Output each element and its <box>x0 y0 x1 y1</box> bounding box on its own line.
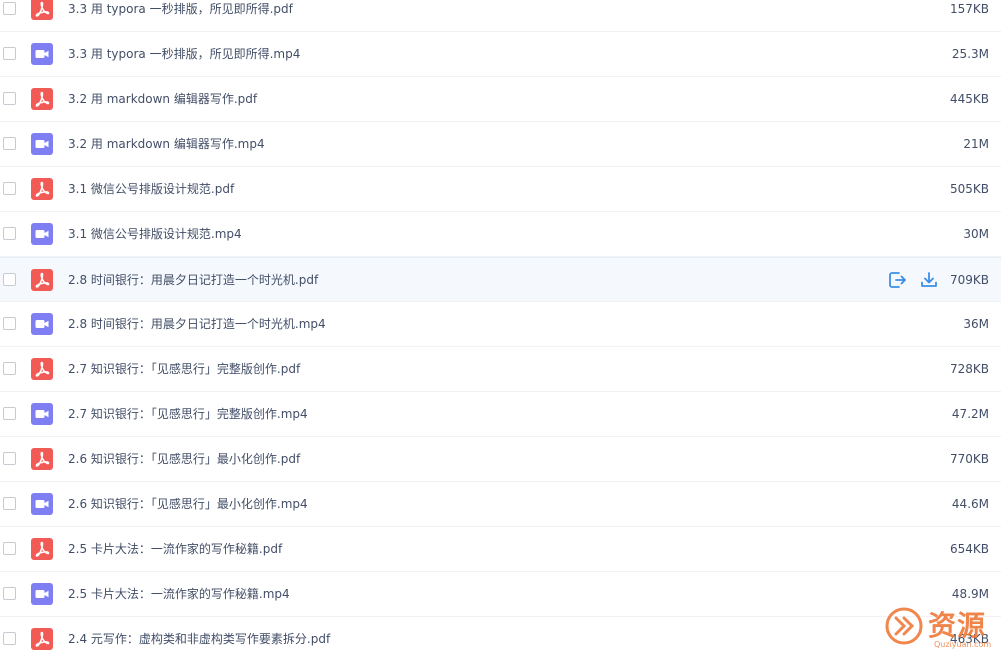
file-name[interactable]: 3.1 微信公号排版设计规范.pdf <box>68 167 234 211</box>
pdf-file-icon <box>31 88 53 110</box>
file-name[interactable]: 2.8 时间银行：用晨夕日记打造一个时光机.pdf <box>68 258 318 302</box>
file-list: 3.3 用 typora 一秒排版，所见即所得.pdf 157KB 3.3 用 ty… <box>0 0 1001 652</box>
pdf-file-icon <box>31 448 53 470</box>
file-row[interactable]: 2.8 时间银行：用晨夕日记打造一个时光机.mp4 36M <box>0 302 1001 347</box>
file-size: 445KB <box>949 92 989 106</box>
file-row[interactable]: 2.5 卡片大法：一流作家的写作秘籍.mp4 48.9M <box>0 572 1001 617</box>
file-size: 770KB <box>949 452 989 466</box>
pdf-file-icon <box>31 178 53 200</box>
file-row[interactable]: 3.1 微信公号排版设计规范.mp4 30M <box>0 212 1001 257</box>
file-size: 728KB <box>949 362 989 376</box>
file-name[interactable]: 2.7 知识银行：「见感思行」完整版创作.mp4 <box>68 392 308 436</box>
row-checkbox[interactable] <box>3 587 16 600</box>
file-size: 21M <box>963 137 989 151</box>
file-row[interactable]: 3.3 用 typora 一秒排版，所见即所得.pdf 157KB <box>0 0 1001 32</box>
video-file-icon <box>31 223 53 245</box>
file-name[interactable]: 2.4 元写作：虚构类和非虚构类写作要素拆分.pdf <box>68 617 330 652</box>
file-row[interactable]: 2.6 知识银行：「见感思行」最小化创作.pdf 770KB <box>0 437 1001 482</box>
pdf-file-icon <box>31 358 53 380</box>
download-icon[interactable] <box>919 270 939 290</box>
file-size: 709KB <box>949 273 989 287</box>
row-checkbox[interactable] <box>3 497 16 510</box>
pdf-file-icon <box>31 0 53 20</box>
video-file-icon <box>31 583 53 605</box>
file-size: 36M <box>963 317 989 331</box>
file-size: 654KB <box>949 542 989 556</box>
share-out-icon[interactable] <box>887 270 907 290</box>
file-name[interactable]: 2.6 知识银行：「见感思行」最小化创作.mp4 <box>68 482 308 526</box>
file-name[interactable]: 3.3 用 typora 一秒排版，所见即所得.pdf <box>68 0 293 31</box>
video-file-icon <box>31 493 53 515</box>
file-row[interactable]: 2.8 时间银行：用晨夕日记打造一个时光机.pdf 709KB <box>0 257 1001 302</box>
file-size: 157KB <box>949 2 989 16</box>
row-checkbox[interactable] <box>3 632 16 645</box>
file-name[interactable]: 2.5 卡片大法：一流作家的写作秘籍.mp4 <box>68 572 290 616</box>
file-row[interactable]: 2.5 卡片大法：一流作家的写作秘籍.pdf 654KB <box>0 527 1001 572</box>
row-checkbox[interactable] <box>3 182 16 195</box>
file-name[interactable]: 2.7 知识银行：「见感思行」完整版创作.pdf <box>68 347 300 391</box>
video-file-icon <box>31 313 53 335</box>
row-checkbox[interactable] <box>3 227 16 240</box>
pdf-file-icon <box>31 628 53 650</box>
row-checkbox[interactable] <box>3 407 16 420</box>
file-size: 25.3M <box>951 47 989 61</box>
file-size: 463KB <box>949 632 989 646</box>
file-name[interactable]: 2.8 时间银行：用晨夕日记打造一个时光机.mp4 <box>68 302 326 346</box>
file-name[interactable]: 3.2 用 markdown 编辑器写作.mp4 <box>68 122 265 166</box>
file-size: 48.9M <box>951 587 989 601</box>
file-row[interactable]: 2.7 知识银行：「见感思行」完整版创作.pdf 728KB <box>0 347 1001 392</box>
file-size: 44.6M <box>951 497 989 511</box>
file-size: 30M <box>963 227 989 241</box>
file-row[interactable]: 3.3 用 typora 一秒排版，所见即所得.mp4 25.3M <box>0 32 1001 77</box>
file-row[interactable]: 2.4 元写作：虚构类和非虚构类写作要素拆分.pdf 463KB <box>0 617 1001 652</box>
file-row[interactable]: 3.2 用 markdown 编辑器写作.mp4 21M <box>0 122 1001 167</box>
file-row[interactable]: 3.1 微信公号排版设计规范.pdf 505KB <box>0 167 1001 212</box>
file-name[interactable]: 3.3 用 typora 一秒排版，所见即所得.mp4 <box>68 32 300 76</box>
file-size: 505KB <box>949 182 989 196</box>
row-checkbox[interactable] <box>3 137 16 150</box>
file-name[interactable]: 3.1 微信公号排版设计规范.mp4 <box>68 212 242 256</box>
pdf-file-icon <box>31 538 53 560</box>
file-row[interactable]: 2.7 知识银行：「见感思行」完整版创作.mp4 47.2M <box>0 392 1001 437</box>
row-checkbox[interactable] <box>3 452 16 465</box>
file-name[interactable]: 2.6 知识银行：「见感思行」最小化创作.pdf <box>68 437 300 481</box>
row-checkbox[interactable] <box>3 47 16 60</box>
file-row[interactable]: 2.6 知识银行：「见感思行」最小化创作.mp4 44.6M <box>0 482 1001 527</box>
row-checkbox[interactable] <box>3 273 16 286</box>
video-file-icon <box>31 133 53 155</box>
pdf-file-icon <box>31 269 53 291</box>
file-name[interactable]: 3.2 用 markdown 编辑器写作.pdf <box>68 77 257 121</box>
row-checkbox[interactable] <box>3 2 16 15</box>
video-file-icon <box>31 43 53 65</box>
file-size: 47.2M <box>951 407 989 421</box>
video-file-icon <box>31 403 53 425</box>
file-name[interactable]: 2.5 卡片大法：一流作家的写作秘籍.pdf <box>68 527 282 571</box>
row-checkbox[interactable] <box>3 542 16 555</box>
row-checkbox[interactable] <box>3 317 16 330</box>
file-row[interactable]: 3.2 用 markdown 编辑器写作.pdf 445KB <box>0 77 1001 122</box>
row-checkbox[interactable] <box>3 92 16 105</box>
row-checkbox[interactable] <box>3 362 16 375</box>
